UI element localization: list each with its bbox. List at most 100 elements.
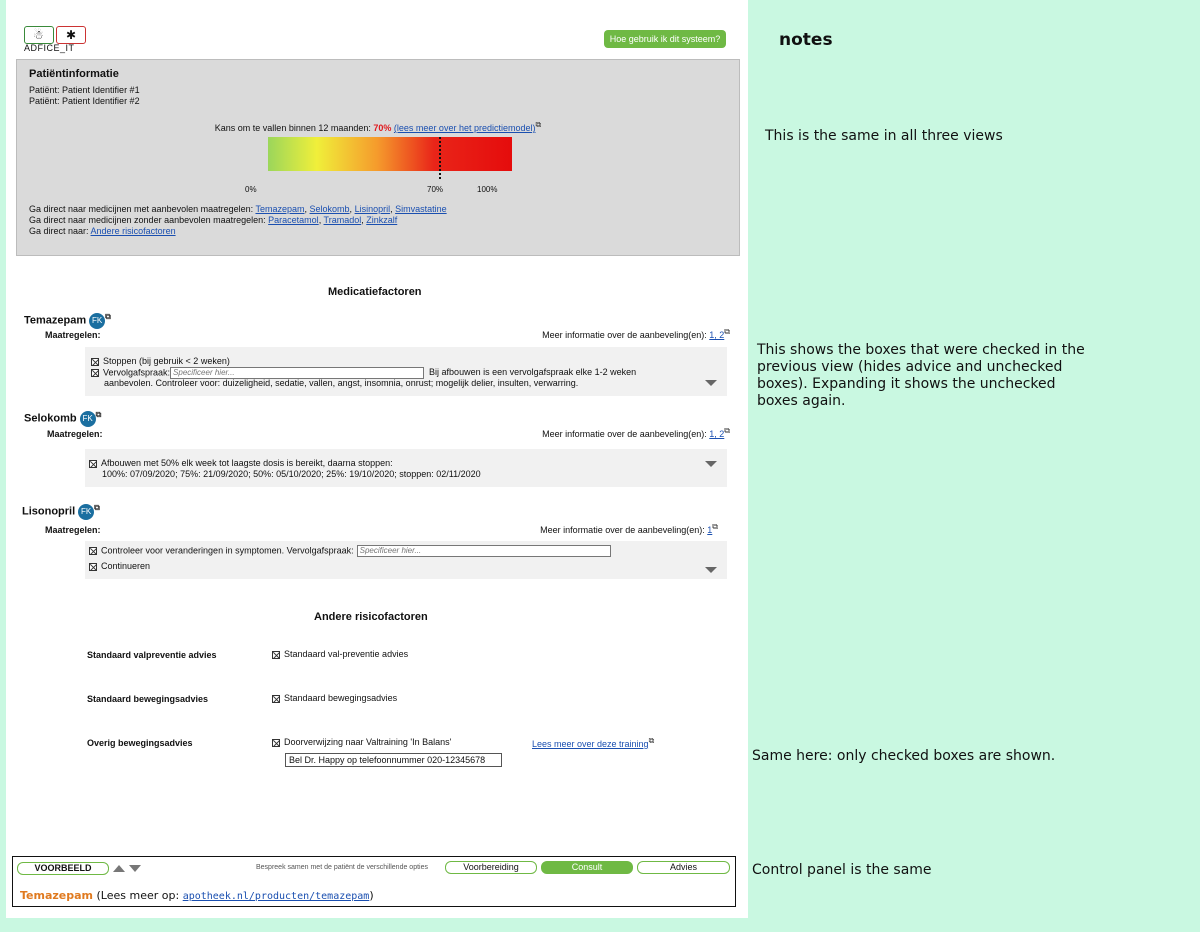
goto-lisinopril[interactable]: Lisinopril xyxy=(355,204,391,214)
tab-voorbereiding[interactable]: Voorbereiding xyxy=(445,861,537,874)
external-link-icon: ⧉ xyxy=(94,503,100,512)
fk-badge[interactable]: FK xyxy=(89,312,106,329)
fk-badge[interactable]: FK xyxy=(78,503,95,520)
fk-badge[interactable]: FK xyxy=(79,410,96,427)
drug-info-line: Temazepam (Lees meer op: apotheek.nl/pro… xyxy=(20,889,374,902)
external-link-icon: ⧉ xyxy=(724,426,730,435)
risk-value: 70% xyxy=(373,123,392,133)
external-link-icon: ⧉ xyxy=(535,120,542,129)
more-info-label: Meer informatie over de aanbeveling(en): xyxy=(540,525,708,535)
info-drug: Temazepam xyxy=(20,889,94,902)
info-suffix: ) xyxy=(369,889,374,902)
goto-simvastatine[interactable]: Simvastatine xyxy=(395,204,447,214)
goto-with-prefix: Ga direct naar medicijnen met aanbevolen… xyxy=(29,204,256,214)
more-info-label: Meer informatie over de aanbeveling(en): xyxy=(542,429,710,439)
checkbox-checked[interactable] xyxy=(89,547,97,555)
option-continueren[interactable]: Continueren xyxy=(89,561,150,572)
training-link[interactable]: Lees meer over deze training xyxy=(532,739,649,749)
maatregelen-label: Maatregelen: xyxy=(45,525,101,535)
goto-zinkzalf[interactable]: Zinkzalf xyxy=(366,215,397,225)
note-line: boxes again. xyxy=(757,393,846,409)
phone-text-field[interactable]: Bel Dr. Happy op telefoonnummer 020-1234… xyxy=(285,753,502,767)
reference-links[interactable]: 1, 2 xyxy=(709,429,724,439)
rf-option-valpreventie[interactable]: Standaard val-preventie advies xyxy=(272,649,408,659)
tab-advies[interactable]: Advies xyxy=(637,861,730,874)
goto-without-prefix: Ga direct naar medicijnen zonder aanbevo… xyxy=(29,215,269,225)
help-button[interactable]: Hoe gebruik ik dit systeem? xyxy=(604,30,726,48)
chevron-down-icon[interactable] xyxy=(705,380,717,386)
option-label: Controleer voor veranderingen in symptom… xyxy=(101,545,354,556)
option-label: Vervolgafspraak: xyxy=(103,367,171,378)
external-link-icon: ⧉ xyxy=(95,410,102,419)
option-label: Stoppen (bij gebruik < 2 weken) xyxy=(103,356,230,366)
external-link-icon: ⧉ xyxy=(648,736,655,745)
logo-box-left: ☃ xyxy=(24,26,54,44)
option-stoppen[interactable]: Stoppen (bij gebruik < 2 weken) xyxy=(91,356,230,367)
rf-label-beweging: Standaard bewegingsadvies xyxy=(87,694,209,704)
patient-line-2: Patiënt: Patient Identifier #2 xyxy=(29,96,140,106)
option-label: Continueren xyxy=(101,561,151,571)
goto-selokomb[interactable]: Selokomb xyxy=(310,204,350,214)
tab-consult[interactable]: Consult xyxy=(541,861,633,874)
voorbeeld-button[interactable]: VOORBEELD xyxy=(17,862,109,875)
figure-icon: ☃ xyxy=(33,28,44,42)
patient-info-title: Patiëntinformatie xyxy=(29,68,119,80)
checkbox-checked[interactable] xyxy=(89,562,97,571)
option-schedule: 100%: 07/09/2020; 75%: 21/09/2020; 50%: … xyxy=(102,469,481,479)
chevron-down-icon[interactable] xyxy=(705,461,717,467)
med-name-selokomb: Selokomb FK ⧉ xyxy=(24,410,101,427)
notes-title: notes xyxy=(779,30,833,50)
rf-option-valtraining[interactable]: Doorverwijzing naar Valtraining 'In Bala… xyxy=(272,737,451,747)
option-label: Standaard bewegingsadvies xyxy=(284,693,398,703)
note-only-checked: Same here: only checked boxes are shown. xyxy=(752,748,1056,764)
risk-factors-section-title: Andere risicofactoren xyxy=(314,611,428,623)
option-afbouwen[interactable]: Afbouwen met 50% elk week tot laagste do… xyxy=(89,458,393,469)
note-checked-boxes: This shows the boxes that were checked i… xyxy=(757,342,1085,410)
goto-other-risk-factors[interactable]: Andere risicofactoren xyxy=(91,226,176,236)
goto-other: Ga direct naar: Andere risicofactoren xyxy=(29,226,176,236)
control-panel: VOORBEELD Bespreek samen met de patiënt … xyxy=(12,856,736,907)
goto-other-prefix: Ga direct naar: xyxy=(29,226,91,236)
checkbox-checked[interactable] xyxy=(91,369,99,377)
arrow-up-icon[interactable] xyxy=(113,865,125,872)
note-line: previous view (hides advice and unchecke… xyxy=(757,359,1063,375)
tick-0: 0% xyxy=(245,185,257,194)
med-title: Selokomb xyxy=(24,412,77,425)
arrow-down-icon[interactable] xyxy=(129,865,141,872)
rf-label-valpreventie: Standaard valpreventie advies xyxy=(87,650,217,660)
goto-tramadol[interactable]: Tramadol xyxy=(324,215,362,225)
more-info-selokomb: Meer informatie over de aanbeveling(en):… xyxy=(430,426,730,439)
more-info-label: Meer informatie over de aanbeveling(en): xyxy=(542,330,710,340)
prediction-model-link[interactable]: (lees meer over het predictiemodel) xyxy=(394,123,536,133)
option-label: Afbouwen met 50% elk week tot laagste do… xyxy=(101,458,393,468)
note-line: This shows the boxes that were checked i… xyxy=(757,342,1085,358)
tick-70: 70% xyxy=(427,185,444,194)
rf-option-beweging[interactable]: Standaard bewegingsadvies xyxy=(272,693,397,703)
chevron-down-icon[interactable] xyxy=(705,567,717,573)
checkbox-checked[interactable] xyxy=(272,650,280,659)
logo-box-right: ✱ xyxy=(56,26,86,44)
reference-links[interactable]: 1, 2 xyxy=(709,330,724,340)
bespreek-text: Bespreek samen met de patiënt de verschi… xyxy=(256,864,428,871)
info-prefix: (Lees meer op: xyxy=(93,889,183,902)
option-label: Standaard val-preventie advies xyxy=(284,649,409,659)
option-detail: Bij afbouwen is een vervolgafspraak elke… xyxy=(429,367,637,378)
external-link-icon: ⧉ xyxy=(724,327,730,336)
checkbox-checked[interactable] xyxy=(91,357,99,366)
specify-input[interactable]: Specificeer hier... xyxy=(356,545,611,557)
goto-paracetamol[interactable]: Paracetamol xyxy=(268,215,319,225)
checkbox-checked[interactable] xyxy=(272,694,280,703)
option-label: Doorverwijzing naar Valtraining 'In Bala… xyxy=(284,737,452,747)
note-same-views: This is the same in all three views xyxy=(765,128,1003,144)
external-link-icon: ⧉ xyxy=(712,522,718,531)
fall-risk-line: Kans om te vallen binnen 12 maanden: 70%… xyxy=(17,120,739,133)
risk-marker xyxy=(439,137,441,179)
figure-icon: ✱ xyxy=(66,28,77,42)
goto-temazepam[interactable]: Temazepam xyxy=(255,204,304,214)
rf-label-overig: Overig bewegingsadvies xyxy=(87,738,193,748)
option-controleer[interactable]: Controleer voor veranderingen in symptom… xyxy=(89,545,611,557)
checkbox-checked[interactable] xyxy=(89,459,97,468)
checkbox-checked[interactable] xyxy=(272,738,280,747)
apotheek-link[interactable]: apotheek.nl/producten/temazepam xyxy=(183,891,370,902)
med-title: Lisonopril xyxy=(22,505,76,518)
